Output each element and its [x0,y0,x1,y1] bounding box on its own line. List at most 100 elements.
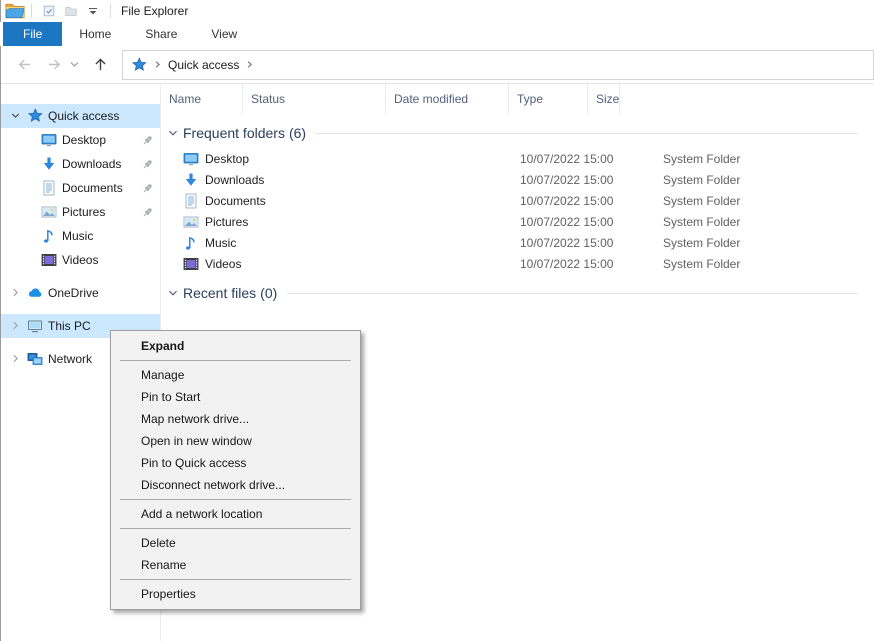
group-count: (6) [289,125,306,141]
sidebar-item-label: Music [62,229,141,243]
column-header-label: Name [169,92,201,106]
file-row[interactable]: Pictures 10/07/2022 15:00 System Folder [161,211,874,232]
group-divider-line [287,293,858,294]
context-menu-item[interactable]: Rename [111,554,360,576]
frequent-folders-list: Desktop 10/07/2022 15:00 System Folder D… [161,148,874,274]
titlebar-separator [110,4,111,18]
column-header[interactable]: Size [588,84,620,114]
column-header[interactable]: Date modified [386,84,509,114]
download-icon [183,172,199,188]
file-name: Pictures [205,215,248,229]
sidebar-item[interactable]: Quick access [1,104,160,128]
file-date-modified: 10/07/2022 15:00 [512,236,655,250]
column-header[interactable]: Name [161,84,243,114]
onedrive-cloud-icon [27,285,43,301]
expander-icon[interactable] [9,319,23,333]
column-header[interactable]: Status [243,84,386,114]
file-name: Downloads [205,173,264,187]
sidebar-item[interactable]: Videos [1,248,160,272]
documents-icon [41,180,57,196]
context-menu-item[interactable]: Pin to Quick access [111,452,360,474]
this-pc-icon [27,318,43,334]
file-row[interactable]: Downloads 10/07/2022 15:00 System Folder [161,169,874,190]
context-menu-item-label: Add a network location [141,507,262,521]
pin-icon [141,182,154,195]
column-headers: Name Status Date modified Type Size [161,84,874,114]
sidebar-item-label: Documents [62,181,141,195]
file-name: Music [205,236,236,250]
context-menu-item[interactable]: Properties [111,583,360,605]
ribbon-tabs: File Home Share View [0,22,874,46]
breadcrumb-chevron-icon[interactable] [152,59,163,70]
breadcrumb-chevron-icon[interactable] [244,59,255,70]
group-count: (0) [260,285,277,301]
ribbon-tab-label: View [211,27,237,41]
context-menu-item[interactable]: Disconnect network drive... [111,474,360,496]
sidebar-item-label: Downloads [62,157,141,171]
file-row[interactable]: Music 10/07/2022 15:00 System Folder [161,232,874,253]
address-bar[interactable]: Quick access [122,50,874,80]
sidebar-item[interactable]: Desktop [1,128,160,152]
context-menu-item-label: Pin to Start [141,390,200,404]
group-header-recent-files[interactable]: Recent files (0) [161,282,874,304]
ribbon-tab[interactable]: File [3,22,62,46]
group-header-frequent-folders[interactable]: Frequent folders (6) [161,122,874,144]
ribbon-tab[interactable]: Share [128,22,194,46]
sidebar-item[interactable]: OneDrive [1,281,160,305]
context-menu-item[interactable]: Add a network location [111,503,360,525]
sidebar-item-label: Quick access [48,109,141,123]
sidebar-item-label: Desktop [62,133,141,147]
chevron-down-icon[interactable] [166,286,180,300]
music-icon [183,235,199,251]
ribbon-tab[interactable]: View [194,22,254,46]
titlebar-separator [31,4,32,18]
file-name: Documents [205,194,266,208]
file-row[interactable]: Documents 10/07/2022 15:00 System Folder [161,190,874,211]
context-menu-item-label: Pin to Quick access [141,456,246,470]
column-header-label: Type [517,92,543,106]
quick-access-star-icon [27,108,43,124]
column-header[interactable]: Type [509,84,588,114]
expander-icon[interactable] [9,286,23,300]
context-menu-item[interactable]: Manage [111,364,360,386]
chevron-down-icon[interactable] [166,126,180,140]
context-menu-separator [120,499,351,500]
navigation-toolbar: Quick access [1,46,874,84]
sidebar-item[interactable]: Documents [1,176,160,200]
context-menu-separator [120,360,351,361]
context-menu-item-label: Properties [141,587,196,601]
qat-properties-button[interactable] [40,2,58,20]
expander-icon[interactable] [9,109,23,123]
sidebar-item[interactable]: Pictures [1,200,160,224]
file-date-modified: 10/07/2022 15:00 [512,257,655,271]
qat-new-folder-button[interactable] [62,2,80,20]
sidebar-item[interactable]: Music [1,224,160,248]
qat-customize-dropdown[interactable] [84,2,102,20]
ribbon-tab-label: Home [79,27,111,41]
breadcrumb-location[interactable]: Quick access [168,58,239,72]
up-button[interactable] [89,54,111,76]
context-menu-item[interactable]: Delete [111,532,360,554]
recent-locations-dropdown[interactable] [68,54,80,76]
titlebar: File Explorer [0,0,874,22]
sidebar-item-label: Pictures [62,205,141,219]
back-button[interactable] [13,54,35,76]
ribbon-tab[interactable]: Home [62,22,128,46]
forward-button[interactable] [43,54,65,76]
context-menu-item[interactable]: Expand [111,335,360,357]
context-menu-item-label: Manage [141,368,184,382]
context-menu-item[interactable]: Pin to Start [111,386,360,408]
sidebar-item[interactable]: Downloads [1,152,160,176]
file-row[interactable]: Desktop 10/07/2022 15:00 System Folder [161,148,874,169]
file-row[interactable]: Videos 10/07/2022 15:00 System Folder [161,253,874,274]
context-menu-item-label: Open in new window [141,434,252,448]
ribbon-tab-label: Share [145,27,177,41]
context-menu-item[interactable]: Open in new window [111,430,360,452]
file-date-modified: 10/07/2022 15:00 [512,215,655,229]
quick-access-star-icon [131,57,147,73]
column-header-label: Date modified [394,92,468,106]
expander-icon[interactable] [9,352,23,366]
context-menu-item[interactable]: Map network drive... [111,408,360,430]
network-icon [27,351,43,367]
music-icon [41,228,57,244]
